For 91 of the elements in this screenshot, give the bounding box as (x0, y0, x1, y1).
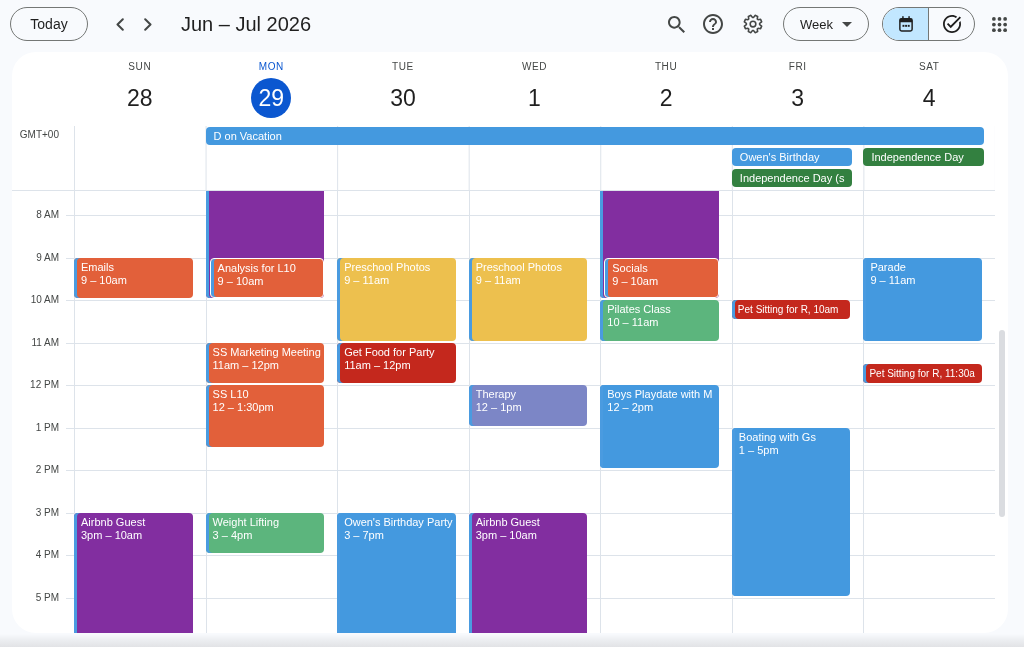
chevron-right-icon[interactable] (144, 17, 152, 31)
event-title: Owen's Birthday Party (344, 515, 453, 529)
event-time: 3 – 7pm (344, 528, 384, 542)
event-title: Boating with Gs (738, 430, 816, 444)
event-time: 12 – 2pm (607, 401, 654, 414)
event-time: 1 – 5pm (738, 443, 779, 457)
event-time: 3pm – 10am (475, 528, 537, 542)
event-title: SS Marketing Meeting (212, 345, 321, 359)
event-title: Socials (612, 261, 648, 275)
date-range-title: Jun – Jul 2026 (181, 12, 312, 36)
hour-label: 12 PM (30, 379, 59, 391)
hour-label: 9 AM (36, 251, 59, 264)
event-time: 12 – 1pm (475, 401, 522, 414)
event-block[interactable]: Therapy 12 – 1pm (468, 385, 588, 426)
event-title: SS L10 (212, 388, 249, 401)
event-time: 9 – 11am (475, 273, 521, 287)
day-number[interactable]: 28 (119, 78, 160, 118)
scrollbar-thumb[interactable] (999, 330, 1005, 517)
event-block[interactable]: Boating with Gs 1 – 5pm (731, 427, 851, 596)
event-block[interactable]: Parade 9 – 11am (863, 257, 982, 341)
event-time: 3 – 4pm (212, 528, 253, 542)
event-block[interactable]: Airbnb Guest 3pm – 10am (468, 512, 588, 633)
event-time: 9 – 10am (81, 273, 127, 287)
event-block[interactable]: Weight Lifting 3 – 4pm (205, 512, 325, 553)
event-block[interactable]: SS L10 12 – 1:30pm (205, 385, 325, 447)
weekday-label: SAT (918, 61, 940, 73)
day-number[interactable]: 29 (251, 78, 292, 118)
event-block[interactable]: Analysis for L10 9 – 10am (209, 257, 325, 298)
event-block[interactable]: Pilates Class 10 – 11am (600, 300, 719, 341)
all-day-event[interactable]: Owen's Birthday (731, 148, 853, 166)
apps-icon[interactable] (992, 16, 1007, 32)
event-time: 12 – 1:30pm (212, 401, 274, 414)
event-title: Parade (870, 260, 906, 274)
day-number[interactable]: 4 (909, 78, 950, 118)
event-block[interactable]: Pet Sitting for R, 11:30a (863, 363, 982, 383)
hour-label: 2 PM (35, 464, 59, 476)
event-block[interactable]: Pet Sitting for R, 10am (731, 300, 851, 320)
event-time: 9 – 11am (344, 273, 390, 287)
hour-label: 1 PM (35, 421, 59, 434)
event-title: Emails (81, 260, 114, 274)
event-title: Airbnb Guest (81, 515, 146, 529)
hour-label: 8 AM (36, 209, 59, 221)
event-title: Pilates Class (607, 303, 671, 316)
event-title: Airbnb Guest (475, 515, 540, 529)
hour-label: 3 PM (35, 506, 59, 519)
event-block[interactable]: Get Food for Party 11am – 12pm (337, 342, 456, 383)
calendar-icon (898, 16, 913, 32)
search-icon[interactable] (668, 15, 685, 33)
caret-icon (842, 21, 852, 27)
hour-label: 10 AM (30, 294, 59, 306)
event-title: Preschool Photos (475, 260, 562, 274)
day-number[interactable]: 3 (777, 78, 818, 118)
event-time: 10 – 11am (607, 316, 659, 329)
event-block[interactable]: Boys Playdate with M 12 – 2pm (600, 385, 719, 468)
all-day-event[interactable]: Independence Day (s (731, 169, 853, 187)
settings-icon[interactable] (743, 14, 763, 34)
all-day-event[interactable]: Independence Day (863, 148, 984, 166)
event-block[interactable]: Emails 9 – 10am (74, 257, 193, 298)
day-number[interactable]: 2 (646, 78, 687, 118)
weekday-label: FRI (788, 61, 807, 73)
hour-label: 5 PM (35, 591, 59, 604)
event-block[interactable]: Owen's Birthday Party 3 – 7pm (337, 512, 456, 633)
event-time: 9 – 10am (612, 274, 659, 288)
event-title: Boys Playdate with M (607, 388, 713, 401)
event-block[interactable]: Socials 9 – 10am (604, 257, 719, 298)
event-title: Therapy (475, 388, 517, 401)
hour-label: 4 PM (35, 549, 59, 561)
event-time: 3pm – 10am (81, 528, 143, 542)
event-title: Get Food for Party (344, 345, 435, 359)
weekday-label: MON (258, 61, 284, 73)
weekday-label: TUE (392, 61, 414, 73)
weekday-label: WED (521, 61, 548, 73)
event-block[interactable]: Airbnb Guest 3pm – 10am (74, 512, 193, 633)
all-day-event[interactable]: D on Vacation (205, 127, 984, 145)
help-icon[interactable] (703, 14, 723, 34)
event-time: 11am – 12pm (212, 358, 279, 372)
day-number[interactable]: 30 (382, 78, 423, 118)
event-title: Preschool Photos (344, 260, 431, 274)
timezone-label: GMT+00 (19, 129, 59, 141)
weekday-label: SUN (128, 61, 152, 73)
event-time: 9 – 11am (870, 273, 916, 287)
event-block[interactable]: SS Marketing Meeting 11am – 12pm (205, 342, 325, 383)
weekday-label: THU (654, 61, 678, 73)
hour-label: 11 AM (31, 336, 59, 349)
calendar-view-button[interactable] (883, 8, 928, 40)
chevron-left-icon[interactable] (116, 17, 124, 31)
event-title: Weight Lifting (212, 515, 279, 529)
day-number[interactable]: 1 (514, 78, 555, 118)
event-time: 9 – 10am (217, 274, 264, 288)
event-time: 11am – 12pm (344, 358, 411, 372)
event-title: Analysis for L10 (217, 261, 296, 275)
